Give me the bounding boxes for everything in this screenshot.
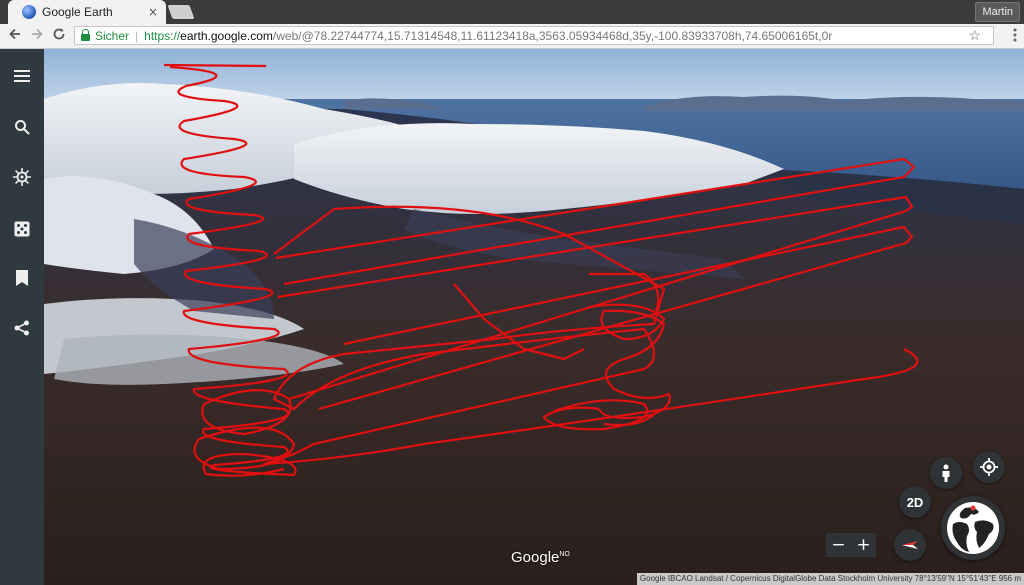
google-logo-sup: NO (559, 551, 570, 558)
tab-title: Google Earth (42, 5, 113, 19)
zoom-controls: − + (826, 533, 876, 557)
back-arrow-icon[interactable] (6, 27, 24, 45)
feeling-lucky-icon[interactable] (10, 217, 34, 241)
url-host: earth.google.com (180, 28, 273, 43)
bookmark-star-icon[interactable]: ☆ (968, 27, 981, 44)
lock-icon (81, 28, 90, 41)
tab-bar: Google Earth × Martin (0, 0, 1024, 24)
google-logo-text: Google (511, 549, 560, 566)
new-tab-button[interactable] (167, 5, 195, 19)
pegman-icon[interactable] (930, 457, 962, 489)
earth-sidebar (0, 49, 44, 585)
reload-icon[interactable] (50, 27, 68, 45)
projects-icon[interactable] (10, 266, 34, 290)
profile-button[interactable]: Martin (975, 2, 1020, 22)
search-icon[interactable] (10, 115, 34, 139)
voyager-icon[interactable] (10, 165, 34, 189)
url-path: /web/@78.22744774,15.71314548,11.6112341… (272, 28, 833, 43)
zoom-in-button[interactable]: + (856, 535, 870, 555)
google-logo: GoogleNO (511, 549, 570, 566)
map-attribution: Google IBCAO Landsat / Copernicus Digita… (636, 573, 1024, 585)
forward-arrow-icon[interactable] (28, 27, 46, 45)
earth-3d-view[interactable]: 2D − + GoogleNO Google IBCAO Landsat / C… (44, 49, 1024, 585)
tab-google-earth[interactable]: Google Earth × (8, 0, 166, 24)
browser-toolbar: Sicher | https:// earth.google.com /web/… (0, 24, 1024, 49)
view-2d-button[interactable]: 2D (899, 486, 931, 518)
tab-close-icon[interactable]: × (148, 5, 158, 19)
zoom-out-button[interactable]: − (831, 535, 845, 555)
menu-icon[interactable] (10, 64, 34, 88)
address-bar[interactable]: Sicher | https:// earth.google.com /web/… (74, 26, 994, 45)
browser-menu-icon[interactable] (1012, 27, 1018, 45)
separator: | (135, 28, 139, 43)
my-location-icon[interactable] (973, 451, 1005, 483)
google-earth-favicon-icon (22, 5, 36, 19)
terrain-scene (44, 49, 1024, 585)
globe-minimap-icon[interactable] (941, 496, 1005, 560)
compass-icon[interactable] (894, 529, 926, 561)
url-scheme: https:// (144, 28, 181, 43)
share-icon[interactable] (10, 316, 34, 340)
secure-label: Sicher (95, 28, 130, 43)
